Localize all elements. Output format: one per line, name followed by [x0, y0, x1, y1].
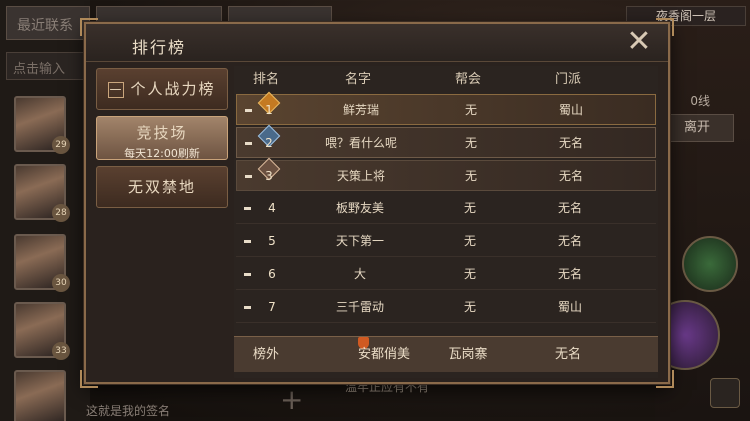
- table-row[interactable]: 6 大 无 无名: [236, 259, 656, 290]
- table-row[interactable]: 7 三千雷动 无 蜀山: [236, 292, 656, 323]
- level-badge: 28: [52, 204, 70, 222]
- level-badge: 29: [52, 136, 70, 154]
- game-screen: 最近联系 点击输入 29 28 30 33 夜香阁一层 0线 离开 + 这就是我…: [0, 0, 750, 421]
- my-guild: 瓦岗寨: [448, 347, 488, 362]
- menu-label: 无双禁地: [127, 178, 196, 196]
- rank-number: 1: [265, 103, 273, 117]
- header-sect: 门派: [554, 72, 581, 87]
- avatar[interactable]: 30: [14, 234, 70, 292]
- chat-search-input[interactable]: 点击输入: [6, 52, 86, 80]
- my-rank-row: 榜外 安都俏美 瓦岗寨 无名: [234, 336, 658, 372]
- rank-number: 7: [268, 300, 276, 314]
- player-sect: 无名: [557, 267, 582, 281]
- player-sect: 无名: [558, 169, 583, 183]
- player-sect: 无名: [557, 201, 582, 215]
- monitor-icon[interactable]: [710, 378, 740, 408]
- add-icon[interactable]: +: [280, 386, 303, 414]
- ranking-dialog: 排行榜 ✕ — 个人战力榜 竞技场 每天12:00刷新 无双禁地 排名 名字 帮会…: [80, 18, 674, 388]
- avatar[interactable]: [14, 370, 66, 421]
- close-icon[interactable]: ✕: [624, 27, 654, 58]
- corner-ornament: [656, 370, 674, 388]
- tab-recent-contacts[interactable]: 最近联系: [6, 6, 90, 40]
- header-guild: 帮会: [454, 72, 481, 87]
- player-guild: 无: [463, 267, 476, 281]
- signature-text: 这就是我的签名: [86, 404, 171, 418]
- player-sect: 无名: [557, 234, 582, 248]
- player-sect: 无名: [558, 136, 583, 150]
- player-name: 大: [353, 267, 366, 281]
- table-row[interactable]: 2 喂？看什么呢 无 无名: [236, 124, 656, 158]
- header-name: 名字: [344, 72, 371, 87]
- avatar[interactable]: 29: [14, 96, 70, 154]
- ranking-category-menu: — 个人战力榜 竞技场 每天12:00刷新 无双禁地: [96, 68, 230, 376]
- menu-label: 个人战力榜: [130, 80, 216, 98]
- player-name: 天下第一: [335, 234, 384, 248]
- leave-button[interactable]: 离开: [660, 114, 734, 142]
- menu-personal-power[interactable]: — 个人战力榜: [96, 68, 228, 110]
- table-row[interactable]: 5 天下第一 无 无名: [236, 226, 656, 257]
- rank-number: 3: [265, 169, 273, 183]
- player-guild: 无: [463, 234, 476, 248]
- player-guild: 无: [463, 300, 476, 314]
- table-row[interactable]: 1 鲜芳瑞 无 蜀山: [236, 91, 656, 125]
- table-row[interactable]: 3 天策上将 无 无名: [236, 157, 656, 191]
- dash-icon: [244, 240, 251, 243]
- dialog-title: 排行榜: [132, 38, 187, 57]
- collapse-icon: —: [108, 81, 125, 98]
- player-name: 天策上将: [336, 169, 385, 183]
- rank-number: 4: [268, 201, 276, 215]
- table-header: 排名 名字 帮会 门派: [234, 66, 658, 94]
- menu-label: 竞技场: [136, 124, 188, 142]
- dash-icon: [245, 175, 252, 178]
- player-name: 鲜芳瑞: [342, 103, 379, 117]
- player-name: 三千雷动: [335, 300, 384, 314]
- dash-icon: [244, 306, 251, 309]
- dash-icon: [245, 142, 252, 145]
- level-badge: 30: [52, 274, 70, 292]
- player-name: 板野友美: [335, 201, 384, 215]
- player-guild: 无: [464, 103, 477, 117]
- dialog-header: 排行榜 ✕: [86, 24, 668, 62]
- player-guild: 无: [463, 201, 476, 215]
- dash-icon: [244, 273, 251, 276]
- avatar[interactable]: 28: [14, 164, 70, 222]
- avatar[interactable]: 33: [14, 302, 70, 360]
- header-rank: 排名: [252, 72, 279, 87]
- dash-icon: [244, 207, 251, 210]
- player-guild: 无: [464, 169, 477, 183]
- rank-number: 5: [268, 234, 276, 248]
- level-badge: 33: [52, 342, 70, 360]
- refresh-note: 每天12:00刷新: [124, 147, 200, 160]
- player-guild: 无: [464, 136, 477, 150]
- menu-arena[interactable]: 竞技场 每天12:00刷新: [96, 116, 228, 160]
- rank-number: 6: [268, 267, 276, 281]
- player-sect: 蜀山: [558, 103, 583, 117]
- rank-number: 2: [265, 136, 273, 150]
- player-name: 喂？看什么呢: [324, 136, 397, 150]
- my-sect: 无名: [554, 347, 581, 362]
- skill-orb-icon[interactable]: [682, 236, 738, 292]
- ranking-table: 排名 名字 帮会 门派 1 鲜芳瑞 无 蜀山 2 喂？看什么呢 无 无名 3 天…: [234, 66, 658, 378]
- table-row[interactable]: 4 板野友美 无 无名: [236, 193, 656, 224]
- my-rank: 榜外: [252, 347, 279, 362]
- line-indicator: 0线: [690, 94, 710, 108]
- player-sect: 蜀山: [557, 300, 582, 314]
- menu-wushuang-forbidden-land[interactable]: 无双禁地: [96, 166, 228, 208]
- my-name: 安都俏美: [358, 347, 411, 362]
- dash-icon: [245, 109, 252, 112]
